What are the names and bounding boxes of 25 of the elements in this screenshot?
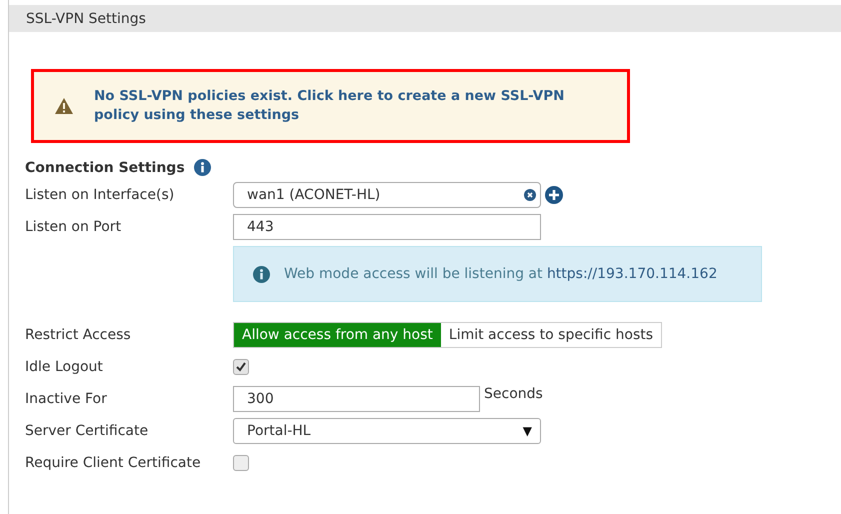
port-field[interactable]: 443 xyxy=(233,214,541,240)
field-label: Listen on Interface(s) xyxy=(25,187,176,203)
timeout-field[interactable]: 300 xyxy=(233,386,480,412)
access-option[interactable]: Allow access from any host xyxy=(234,323,441,347)
field-label: Listen on Port xyxy=(25,219,122,235)
warning-message[interactable]: No SSL-VPN policies exist. Click here to create a new SSL-VPN policy using these settings xyxy=(94,87,614,125)
field-label: Inactive For xyxy=(25,391,108,407)
remove-icon[interactable] xyxy=(524,189,536,201)
certificate-dropdown[interactable]: Portal-HL ▼ xyxy=(233,418,541,444)
section-title: Connection Settings xyxy=(25,160,185,176)
checkbox[interactable] xyxy=(233,455,249,471)
unit-label: Seconds xyxy=(484,386,543,402)
warning-icon xyxy=(54,97,74,115)
panel-title: SSL-VPN Settings xyxy=(26,10,146,26)
field-label: Restrict Access xyxy=(25,327,132,343)
info-icon[interactable] xyxy=(194,159,211,176)
info-icon xyxy=(253,266,270,282)
field-label: Idle Logout xyxy=(25,359,104,375)
field-label: Require Client Certificate xyxy=(25,455,202,471)
interface-field[interactable]: wan1 (ACONET-HL) xyxy=(233,182,541,208)
checkbox[interactable] xyxy=(233,359,249,375)
field-label: Server Certificate xyxy=(25,423,150,439)
info-message: Web mode access will be listening at https://193.170.114.162 xyxy=(284,266,718,282)
warning-banner[interactable]: No SSL-VPN policies exist. Click here to create a new SSL-VPN policy using these settings xyxy=(31,69,630,143)
add-icon[interactable] xyxy=(545,186,563,204)
